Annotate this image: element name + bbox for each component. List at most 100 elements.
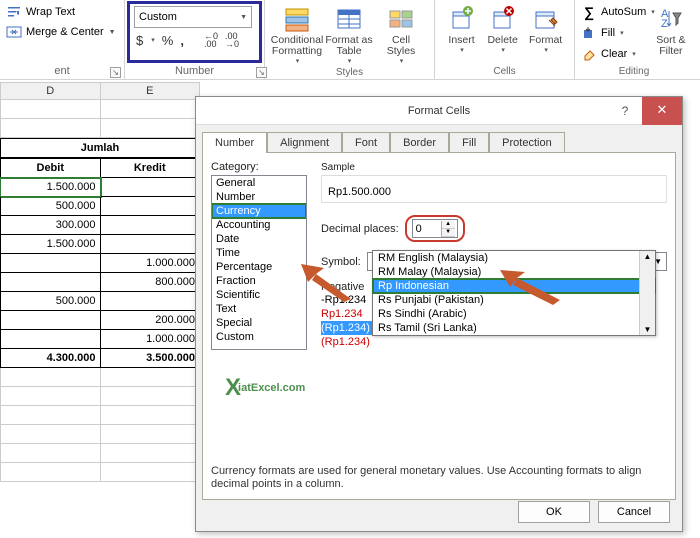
increase-decimal-button[interactable]: ←0.00 [204, 32, 218, 48]
column-header[interactable]: E [101, 82, 201, 100]
chevron-down-icon[interactable]: ▼ [109, 29, 116, 36]
comma-button[interactable]: , [180, 33, 184, 48]
cell[interactable] [101, 235, 201, 254]
category-item[interactable]: Accounting [212, 218, 306, 232]
scroll-down-icon[interactable]: ▼ [644, 325, 652, 334]
spin-up-icon[interactable]: ▲ [441, 221, 455, 229]
delete-button[interactable]: Delete▾ [482, 2, 523, 54]
cell[interactable]: 1.000.000 [101, 254, 201, 273]
category-item-selected[interactable]: Currency [212, 204, 306, 218]
decimal-input[interactable] [413, 223, 441, 235]
chevron-down-icon[interactable]: ▼ [240, 14, 247, 21]
accounting-format-button[interactable]: $ [136, 33, 143, 48]
tab-border[interactable]: Border [390, 132, 449, 153]
cell[interactable]: 500.000 [0, 197, 101, 216]
chevron-down-icon[interactable]: ▾ [400, 57, 404, 65]
scroll-up-icon[interactable]: ▲ [644, 252, 652, 261]
chevron-down-icon[interactable]: ▾ [544, 46, 548, 54]
dialog-launcher-icon[interactable]: ↘ [110, 67, 121, 78]
clear-button[interactable]: Clear▾ [581, 44, 655, 64]
category-item[interactable]: Scientific [212, 288, 306, 302]
cell[interactable] [0, 254, 101, 273]
decrease-decimal-button[interactable]: .00→0 [225, 32, 239, 48]
format-cells-icon [531, 4, 561, 34]
decimal-spinner[interactable]: ▲▼ [412, 219, 458, 238]
sort-filter-icon: AZ [656, 4, 686, 34]
cell[interactable]: 200.000 [101, 311, 201, 330]
chevron-down-icon[interactable]: ▾ [348, 57, 352, 65]
cell[interactable] [101, 292, 201, 311]
tab-number[interactable]: Number [202, 132, 267, 153]
category-item[interactable]: Fraction [212, 274, 306, 288]
cell[interactable] [0, 311, 101, 330]
scrollbar[interactable]: ▲▼ [639, 251, 655, 335]
tab-font[interactable]: Font [342, 132, 390, 153]
decimal-highlight: ▲▼ [405, 215, 465, 242]
conditional-formatting-button[interactable]: Conditional Formatting▾ [271, 2, 323, 65]
cell[interactable]: 300.000 [0, 216, 101, 235]
category-item[interactable]: General [212, 176, 306, 190]
symbol-option[interactable]: Rs Tamil (Sri Lanka) [373, 321, 655, 335]
help-button[interactable]: ? [608, 100, 642, 122]
group-label-styles: Styles [271, 65, 428, 80]
wrap-text-button[interactable]: Wrap Text [6, 2, 118, 22]
category-listbox[interactable]: General Number Currency Accounting Date … [211, 175, 307, 350]
category-item[interactable]: Custom [212, 330, 306, 344]
insert-button[interactable]: Insert▾ [441, 2, 482, 54]
percent-button[interactable]: % [162, 33, 174, 48]
category-item[interactable]: Number [212, 190, 306, 204]
group-label-editing: Editing [581, 64, 687, 79]
cell[interactable] [0, 273, 101, 292]
merge-center-button[interactable]: Merge & Center ▼ [6, 22, 118, 42]
cell-total[interactable]: 3.500.000 [101, 349, 201, 368]
tab-alignment[interactable]: Alignment [267, 132, 342, 153]
ribbon-group-number: Custom ▼ $ ▾ % , ←0.00 .00→0 Number↘ [125, 0, 265, 79]
cell[interactable] [101, 178, 201, 197]
sort-filter-button[interactable]: AZ Sort & Filter [655, 2, 687, 64]
category-item[interactable]: Special [212, 316, 306, 330]
negative-item[interactable]: Rp1.234 [321, 307, 377, 321]
eraser-icon [581, 46, 597, 62]
chevron-down-icon[interactable]: ▾ [501, 46, 505, 54]
category-item[interactable]: Time [212, 246, 306, 260]
group-label-number: Number↘ [125, 63, 264, 79]
cell-styles-button[interactable]: Cell Styles▾ [375, 2, 427, 65]
cell[interactable]: 1.500.000 [0, 235, 101, 254]
category-item[interactable]: Text [212, 302, 306, 316]
decimal-label: Decimal places: [321, 223, 399, 235]
cell[interactable]: 1.000.000 [101, 330, 201, 349]
chevron-down-icon[interactable]: ▾ [151, 36, 155, 44]
number-format-combo[interactable]: Custom ▼ [134, 6, 252, 28]
ok-button[interactable]: OK [518, 501, 590, 523]
cell[interactable]: 800.000 [101, 273, 201, 292]
close-button[interactable]: ✕ [642, 97, 682, 125]
chevron-down-icon[interactable]: ▾ [460, 46, 464, 54]
spin-down-icon[interactable]: ▼ [441, 229, 455, 237]
cell-total[interactable]: 4.300.000 [0, 349, 101, 368]
chevron-down-icon[interactable]: ▾ [620, 29, 624, 37]
negative-item-selected[interactable]: (Rp1.234) [321, 321, 377, 335]
fill-button[interactable]: Fill▾ [581, 23, 655, 43]
tab-fill[interactable]: Fill [449, 132, 489, 153]
negative-item[interactable]: (Rp1.234) [321, 335, 377, 349]
autosum-button[interactable]: ∑AutoSum▾ [581, 2, 655, 22]
tab-protection[interactable]: Protection [489, 132, 565, 153]
cell[interactable] [101, 197, 201, 216]
category-item[interactable]: Date [212, 232, 306, 246]
svg-text:Z: Z [661, 18, 668, 30]
chevron-down-icon[interactable]: ▾ [296, 57, 300, 65]
format-button[interactable]: Format▾ [523, 2, 568, 54]
cell[interactable] [101, 216, 201, 235]
column-header[interactable]: D [0, 82, 101, 100]
format-description: Currency formats are used for general mo… [211, 465, 667, 491]
category-item[interactable]: Percentage [212, 260, 306, 274]
cell[interactable]: 500.000 [0, 292, 101, 311]
cancel-button[interactable]: Cancel [598, 501, 670, 523]
watermark: XiatExcel.com [225, 374, 305, 402]
cell-selected[interactable]: 1.500.000 [0, 178, 101, 197]
symbol-option[interactable]: RM English (Malaysia) [373, 251, 655, 265]
format-as-table-button[interactable]: Format as Table▾ [323, 2, 375, 65]
cell[interactable] [0, 330, 101, 349]
dialog-titlebar[interactable]: Format Cells ? ✕ [196, 97, 682, 125]
chevron-down-icon[interactable]: ▾ [632, 50, 636, 58]
